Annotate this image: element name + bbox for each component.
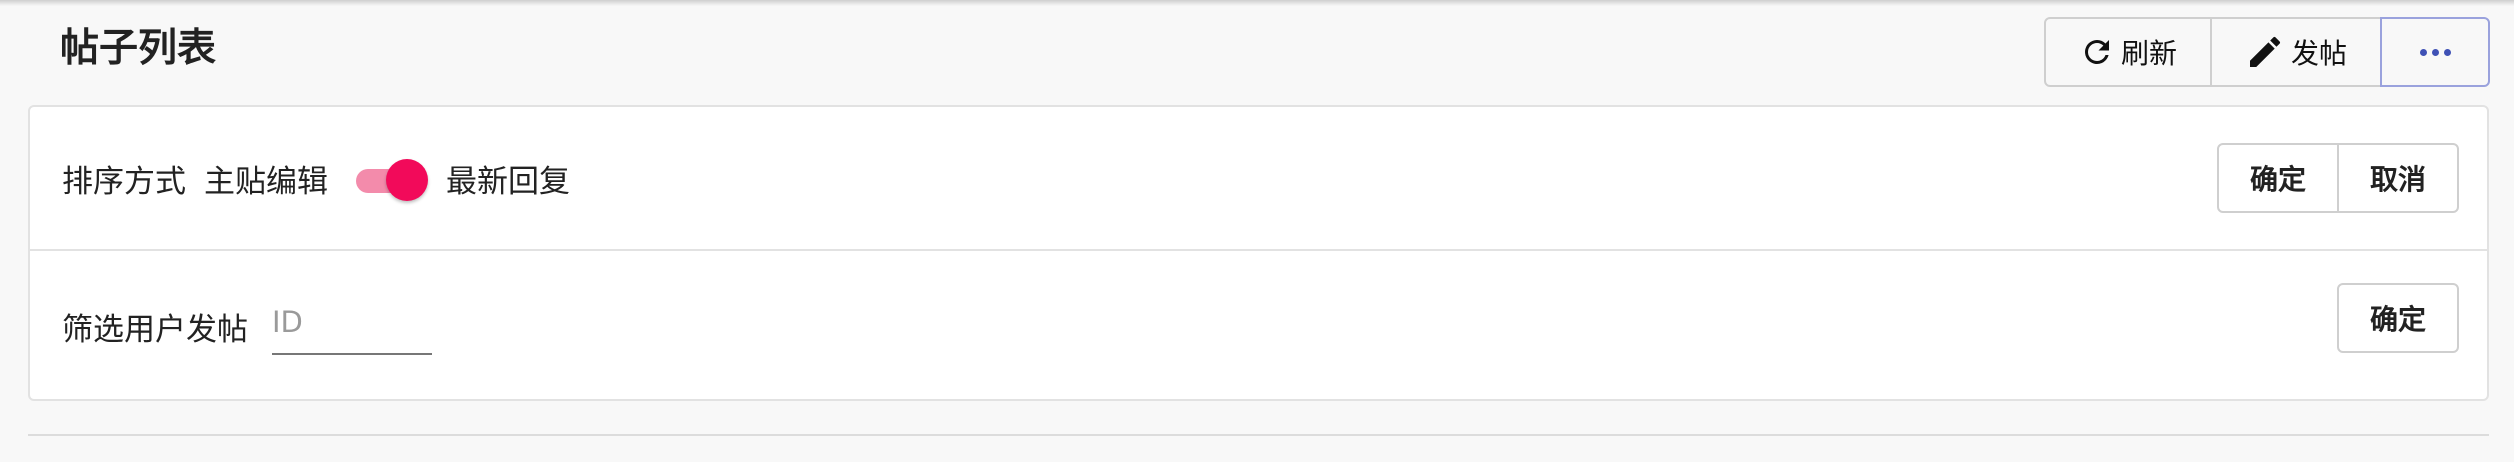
new-post-button[interactable]: 发帖 [2210, 17, 2382, 87]
sort-confirm-button[interactable]: 确定 [2217, 143, 2339, 213]
sort-label: 排序方式 [62, 163, 186, 200]
sort-toggle-knob [386, 159, 428, 201]
filter-row: 筛选用户发帖 确定 [30, 251, 2487, 401]
refresh-label: 刷新 [2120, 37, 2177, 70]
user-id-input[interactable] [272, 291, 432, 355]
new-post-label: 发帖 [2290, 37, 2347, 70]
options-card: 排序方式 主贴编辑 最新回复 确定 取消 筛选用户发帖 确定 [28, 105, 2489, 401]
pencil-icon [2245, 32, 2285, 72]
top-shadow [0, 0, 2514, 6]
more-icon [2419, 48, 2451, 56]
refresh-icon [2079, 34, 2115, 70]
refresh-button[interactable]: 刷新 [2044, 17, 2212, 87]
sort-row: 排序方式 主贴编辑 最新回复 确定 取消 [30, 107, 2487, 251]
section-divider [28, 434, 2489, 436]
sort-option-main-post: 主贴编辑 [204, 163, 328, 200]
filter-label: 筛选用户发帖 [62, 311, 248, 348]
sort-option-latest-reply: 最新回复 [446, 163, 570, 200]
more-button[interactable] [2380, 17, 2490, 87]
page-title: 帖子列表 [60, 26, 217, 71]
sort-toggle[interactable] [350, 153, 428, 203]
sort-cancel-button[interactable]: 取消 [2337, 143, 2459, 213]
filter-confirm-button[interactable]: 确定 [2337, 283, 2459, 353]
